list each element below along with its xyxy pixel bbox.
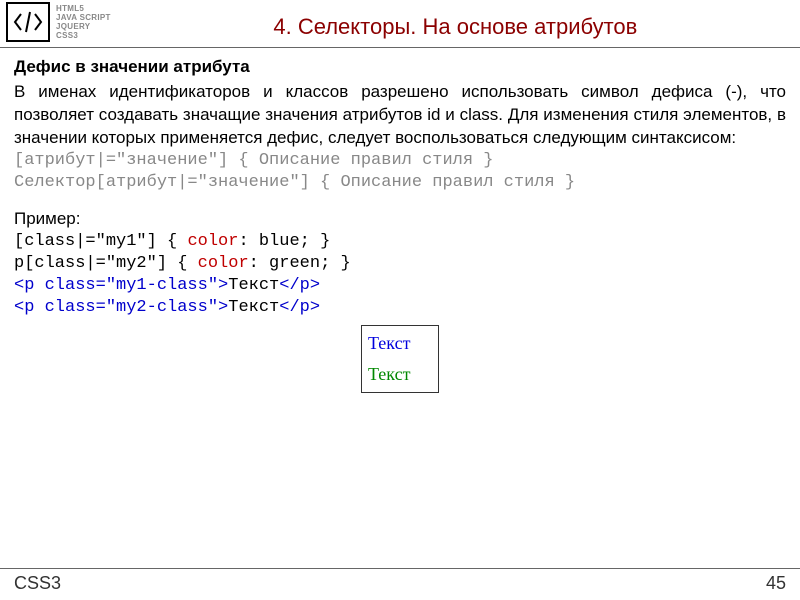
- tech-label: JQUERY: [56, 22, 111, 31]
- result-line: Текст: [368, 361, 432, 388]
- syntax-line: [атрибут|="значение"] { Описание правил …: [14, 150, 786, 172]
- slide-title: 4. Селекторы. На основе атрибутов: [111, 0, 800, 40]
- tech-label: CSS3: [56, 31, 111, 40]
- section-subtitle: Дефис в значении атрибута: [14, 56, 786, 79]
- syntax-line: Селектор[атрибут|="значение"] { Описание…: [14, 172, 786, 194]
- css-keyword: color: [187, 232, 238, 251]
- result-preview: Текст Текст: [361, 325, 439, 393]
- code-line: <p class="my2-class">Текст</p>: [14, 297, 786, 319]
- html-tag: <p class="my1-class">: [14, 276, 228, 295]
- code-line: p[class|="my2"] { color: green; }: [14, 253, 786, 275]
- result-line: Текст: [368, 330, 432, 357]
- example-label: Пример:: [14, 208, 786, 231]
- css-keyword: color: [198, 254, 249, 273]
- html-tag: <p class="my2-class">: [14, 298, 228, 317]
- html-tag: </p>: [279, 276, 320, 295]
- slide-content: Дефис в значении атрибута В именах идент…: [0, 48, 800, 393]
- tech-label: JAVA SCRIPT: [56, 13, 111, 22]
- page-number: 45: [766, 573, 786, 594]
- tech-label: HTML5: [56, 4, 111, 13]
- slide-header: HTML5 JAVA SCRIPT JQUERY CSS3 4. Селекто…: [0, 0, 800, 48]
- slide-footer: CSS3 45: [0, 568, 800, 594]
- footer-left: CSS3: [14, 573, 61, 594]
- logo-icon: [6, 2, 50, 42]
- code-line: [class|="my1"] { color: blue; }: [14, 231, 786, 253]
- html-tag: </p>: [279, 298, 320, 317]
- description-paragraph: В именах идентификаторов и классов разре…: [14, 81, 786, 150]
- code-line: <p class="my1-class">Текст</p>: [14, 275, 786, 297]
- tech-labels: HTML5 JAVA SCRIPT JQUERY CSS3: [56, 4, 111, 40]
